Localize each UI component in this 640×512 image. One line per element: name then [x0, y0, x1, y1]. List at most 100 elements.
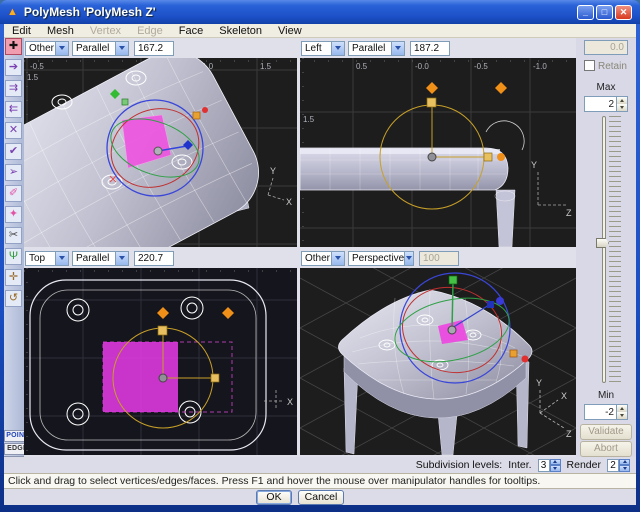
- knife-tool-icon[interactable]: ✐: [5, 185, 22, 202]
- menu-view[interactable]: View: [270, 25, 310, 37]
- viewport-bottom-left[interactable]: X: [24, 268, 297, 455]
- menu-edit[interactable]: Edit: [4, 25, 39, 37]
- chevron-down-icon[interactable]: [115, 42, 128, 55]
- keyframe-diamond[interactable]: [426, 82, 438, 94]
- orange-square-handle[interactable]: [510, 350, 517, 357]
- translate-tool-icon[interactable]: ➔: [5, 59, 22, 76]
- manipulator-center[interactable]: [154, 147, 162, 155]
- viewport-tl-controls: Other Parallel 167.2: [24, 38, 297, 58]
- rotate-object-tool-icon[interactable]: ↺: [5, 290, 22, 307]
- max-spinner[interactable]: 2: [584, 96, 628, 112]
- chevron-down-icon[interactable]: [331, 42, 344, 55]
- manipulator-center[interactable]: [428, 153, 436, 161]
- minimize-button[interactable]: _: [577, 5, 594, 20]
- viewport-canvas-bottom-right[interactable]: Y X Z: [300, 268, 576, 455]
- tl-projection-select[interactable]: Parallel: [72, 41, 129, 56]
- validate-button[interactable]: Validate: [580, 424, 632, 440]
- keyframe-diamond[interactable]: [495, 82, 507, 94]
- close-button[interactable]: ✕: [615, 5, 632, 20]
- status-text: Click and drag to select vertices/edges/…: [8, 475, 540, 487]
- red-dot-handle[interactable]: [522, 356, 529, 363]
- keyframe-diamond[interactable]: [157, 307, 169, 319]
- br-view-select[interactable]: Other: [301, 251, 345, 266]
- tr-ruler-labels: 0.5 -0.0 -0.5 -1.0 1.5: [303, 62, 547, 124]
- spin-up-icon[interactable]: [617, 97, 627, 104]
- min-spinner[interactable]: -2: [584, 404, 628, 420]
- viewport-canvas-top-left[interactable]: -0.5 0.5 1.0 1.5 1.5 0.5 0.0: [24, 58, 297, 247]
- move-tool-icon[interactable]: ✚: [5, 38, 22, 55]
- tl-zoom-field[interactable]: 167.2: [134, 41, 174, 56]
- select-tool-icon[interactable]: ➢: [5, 164, 22, 181]
- retain-checkbox[interactable]: [584, 60, 595, 71]
- viewport-top-left[interactable]: -0.5 0.5 1.0 1.5 1.5 0.5 0.0: [24, 58, 297, 247]
- window-title: PolyMesh 'PolyMesh Z': [24, 5, 156, 19]
- bl-projection-select[interactable]: Parallel: [72, 251, 129, 266]
- maximize-button[interactable]: □: [596, 5, 613, 20]
- spin-up-icon[interactable]: [617, 405, 627, 412]
- spin-down-icon[interactable]: [617, 412, 627, 419]
- svg-text:-0.5: -0.5: [30, 62, 44, 71]
- slider-track[interactable]: [602, 116, 606, 383]
- yellow-square-handle[interactable]: [211, 374, 219, 382]
- blue-dot-handle[interactable]: [496, 297, 504, 305]
- yellow-square-handle[interactable]: [484, 153, 492, 161]
- svg-text:1.5: 1.5: [27, 73, 39, 82]
- mirror-tool-icon[interactable]: ✕: [5, 122, 22, 139]
- green-square-handle[interactable]: [122, 99, 128, 105]
- merge-tool-icon[interactable]: ⇉: [5, 80, 22, 97]
- menu-mesh[interactable]: Mesh: [39, 25, 82, 37]
- br-projection-select[interactable]: Perspective: [348, 251, 414, 266]
- slider-thumb[interactable]: [596, 238, 609, 248]
- align-tool-icon[interactable]: ✔: [5, 143, 22, 160]
- menu-skeleton[interactable]: Skeleton: [211, 25, 270, 37]
- chevron-down-icon[interactable]: [55, 252, 68, 265]
- svg-text:Y: Y: [270, 166, 276, 176]
- orange-square-handle[interactable]: [193, 112, 200, 119]
- chevron-down-icon[interactable]: [404, 252, 413, 265]
- svg-text:X: X: [561, 391, 567, 401]
- inter-spinner[interactable]: 3: [538, 459, 561, 472]
- yellow-square-handle[interactable]: [158, 326, 167, 335]
- weld-tool-icon[interactable]: ⇇: [5, 101, 22, 118]
- orange-dot-handle[interactable]: [497, 153, 505, 161]
- viewport-canvas-bottom-left[interactable]: X: [24, 268, 297, 455]
- chevron-down-icon[interactable]: [391, 42, 404, 55]
- svg-text:Z: Z: [566, 429, 572, 439]
- menu-face[interactable]: Face: [171, 25, 211, 37]
- render-label: Render: [567, 459, 601, 471]
- spin-down-icon[interactable]: [550, 465, 561, 472]
- title-bar[interactable]: ▲ PolyMesh 'PolyMesh Z' _ □ ✕: [0, 0, 640, 24]
- abort-button[interactable]: Abort: [580, 441, 632, 457]
- yellow-square-handle[interactable]: [427, 98, 436, 107]
- tr-projection-select[interactable]: Parallel: [348, 41, 405, 56]
- status-bar: Click and drag to select vertices/edges/…: [4, 473, 636, 489]
- svg-text:X: X: [286, 197, 292, 207]
- cut-tool-icon[interactable]: ✂: [5, 227, 22, 244]
- bl-zoom-field[interactable]: 220.7: [134, 251, 174, 266]
- chevron-down-icon[interactable]: [55, 42, 68, 55]
- green-square-handle[interactable]: [449, 276, 457, 284]
- render-spinner[interactable]: 2: [607, 459, 630, 472]
- tl-view-select[interactable]: Other: [25, 41, 69, 56]
- spin-down-icon[interactable]: [617, 104, 627, 111]
- skeleton-tool-icon[interactable]: Ψ: [5, 248, 22, 265]
- viewport-top-right[interactable]: 0.5 -0.0 -0.5 -1.0 1.5: [300, 58, 576, 247]
- move-object-tool-icon[interactable]: ✛: [5, 269, 22, 286]
- viewport-bottom-right[interactable]: Y X Z: [300, 268, 576, 455]
- manipulator-center[interactable]: [448, 326, 456, 334]
- viewport-canvas-top-right[interactable]: 0.5 -0.0 -0.5 -1.0 1.5: [300, 58, 576, 247]
- keyframe-diamond[interactable]: [222, 307, 234, 319]
- viewport-area: Other Parallel 167.2 Left Parallel 187.2…: [24, 38, 576, 457]
- cancel-button[interactable]: Cancel: [298, 490, 344, 505]
- chevron-down-icon[interactable]: [331, 252, 344, 265]
- tr-zoom-field[interactable]: 187.2: [410, 41, 450, 56]
- create-face-tool-icon[interactable]: ✦: [5, 206, 22, 223]
- ok-button[interactable]: OK: [256, 490, 292, 505]
- blue-square-handle[interactable]: [487, 301, 494, 308]
- spin-down-icon[interactable]: [619, 465, 630, 472]
- tr-view-select[interactable]: Left: [301, 41, 345, 56]
- red-dot-handle[interactable]: [202, 107, 208, 113]
- chevron-down-icon[interactable]: [115, 252, 128, 265]
- bl-view-select[interactable]: Top: [25, 251, 69, 266]
- manipulator-center[interactable]: [159, 374, 167, 382]
